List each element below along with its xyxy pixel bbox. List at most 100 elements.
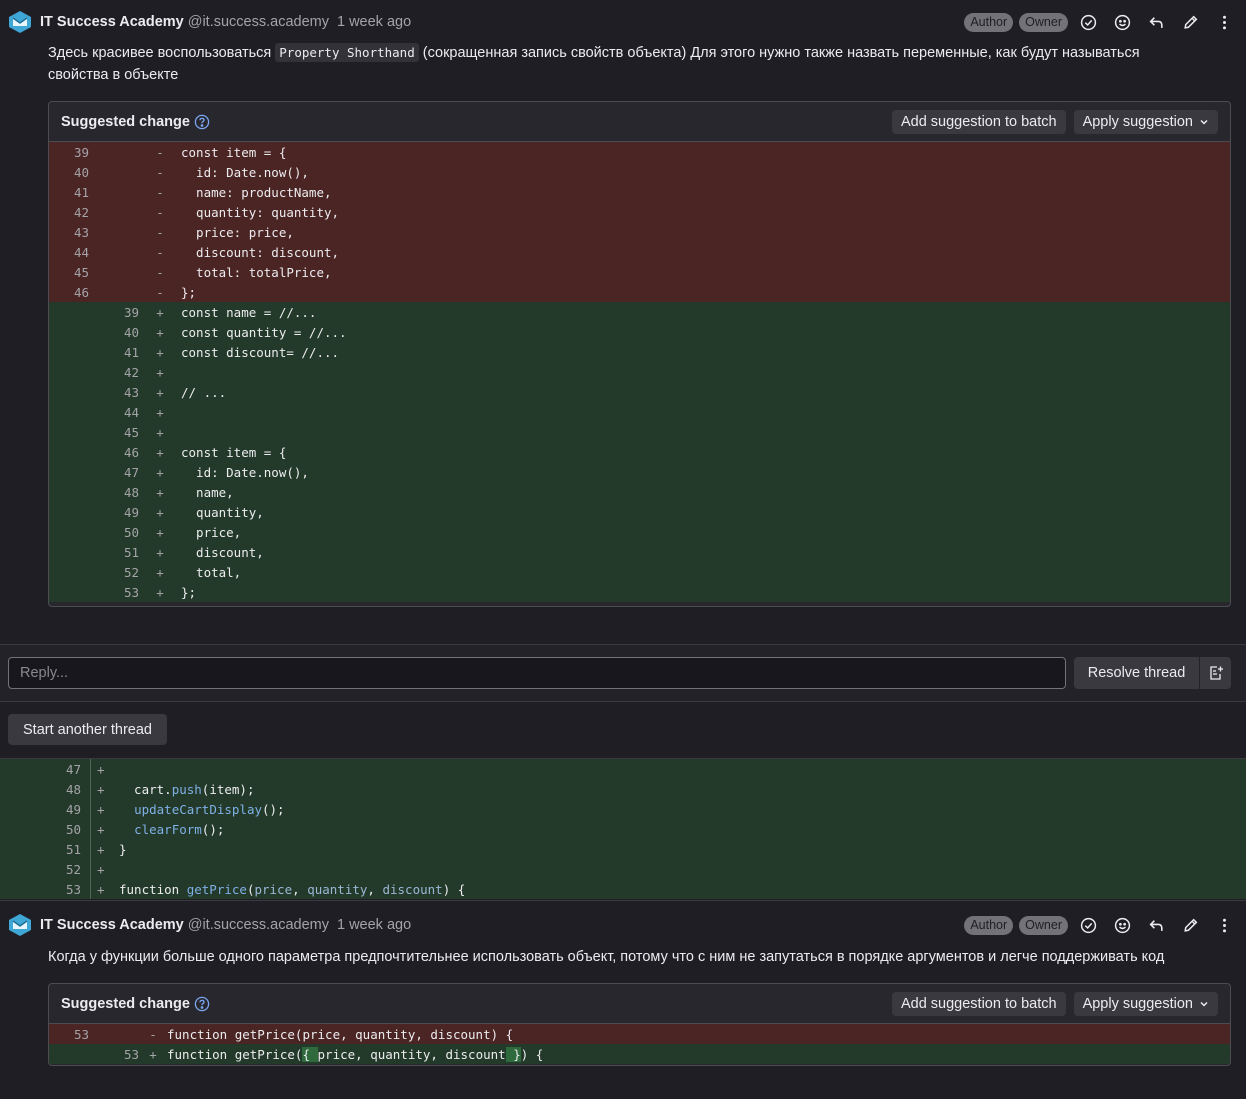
timestamp[interactable]: 1 week ago [337,917,411,933]
author-name[interactable]: IT Success Academy [40,917,184,933]
old-line-number[interactable]: 42 [49,205,89,220]
diff-code: total: totalPrice, [181,264,332,280]
new-line-number[interactable]: 50 [89,525,139,540]
diff-code: function getPrice(price, quantity, disco… [167,1026,514,1042]
diff-line-added: 53 +}; [49,582,1230,602]
resolve-check-icon[interactable] [1074,911,1102,939]
code-token: getPrice [186,881,247,897]
new-line-number[interactable]: 39 [89,305,139,320]
old-line-number[interactable]: 40 [49,165,89,180]
code-token: ) { [442,881,466,897]
apply-suggestion-button[interactable]: Apply suggestion [1073,991,1218,1016]
line-number[interactable]: 47 [0,762,81,777]
line-number[interactable]: 52 [0,862,81,877]
new-line-number[interactable]: 46 [89,445,139,460]
old-line-number[interactable]: 44 [49,245,89,260]
line-number[interactable]: 53 [0,882,81,897]
old-line-number[interactable]: 43 [49,225,89,240]
diff-line-removed: 39 - const item = { [49,142,1230,162]
diff-sign-minus: - [156,204,164,220]
code-part: ) { [520,1046,544,1062]
issue-new-icon [1209,666,1223,680]
code-token: cart. [119,781,172,797]
emoji-smile-icon[interactable] [1108,8,1136,36]
old-line-number[interactable]: 45 [49,265,89,280]
resolve-check-icon[interactable] [1074,8,1102,36]
add-suggestion-to-batch-button[interactable]: Add suggestion to batch [891,109,1066,134]
new-line-number[interactable]: 48 [89,485,139,500]
diff-sign-minus: - [156,244,164,260]
diff-sign-plus: + [156,504,164,520]
diff-code: id: Date.now(), [181,464,309,480]
academy-logo-avatar[interactable] [8,913,32,937]
reply-arrow-icon[interactable] [1142,911,1170,939]
diff-code: const name = //... [181,304,317,320]
diff-line-removed: 44 - discount: discount, [49,242,1230,262]
new-line-number[interactable]: 53 [89,585,139,600]
add-suggestion-to-batch-button[interactable]: Add suggestion to batch [891,991,1066,1016]
suggested-change-title: Suggested change [61,113,190,130]
new-line-number[interactable]: 53 [89,1047,139,1062]
old-line-number[interactable]: 41 [49,185,89,200]
reply-arrow-icon[interactable] [1142,8,1170,36]
diff-sign-plus: + [156,564,164,580]
line-number[interactable]: 49 [0,802,81,817]
diff-sign-minus: - [156,164,164,180]
diff-sign-plus: + [97,761,105,777]
timestamp[interactable]: 1 week ago [337,14,411,30]
old-line-number[interactable]: 46 [49,285,89,300]
resolve-thread-button[interactable]: Resolve thread [1074,657,1199,689]
author-handle[interactable]: @it.success.academy [188,917,329,933]
author-name[interactable]: IT Success Academy [40,14,184,30]
suggestion-buttons: Add suggestion to batch Apply suggestion [891,109,1218,134]
old-line-number[interactable]: 39 [49,145,89,160]
code-token: quantity [307,881,368,897]
line-number[interactable]: 51 [0,842,81,857]
academy-logo-avatar[interactable] [8,10,32,34]
start-another-thread-button[interactable]: Start another thread [8,714,167,745]
diff-line-added: 53 + function getPrice(price, quantity, di… [0,879,1246,899]
code-token: (); [201,821,225,837]
diff-line-added: 44 + [49,402,1230,422]
edit-pencil-icon[interactable] [1176,8,1204,36]
new-line-number[interactable]: 43 [89,385,139,400]
new-line-number[interactable]: 44 [89,405,139,420]
new-line-number[interactable]: 47 [89,465,139,480]
new-line-number[interactable]: 45 [89,425,139,440]
new-line-number[interactable]: 51 [89,545,139,560]
question-help-icon[interactable] [194,114,210,130]
reply-input[interactable] [8,657,1066,689]
diff-code: } [119,842,127,857]
diff-line-removed: 43 - price: price, [49,222,1230,242]
new-line-number[interactable]: 49 [89,505,139,520]
author-handle[interactable]: @it.success.academy [188,14,329,30]
diff-sign-plus: + [97,781,105,797]
suggestion-buttons: Add suggestion to batch Apply suggestion [891,991,1218,1016]
diff-sign-plus: + [156,364,164,380]
new-line-number[interactable]: 41 [89,345,139,360]
diff-line-added: 52 + total, [49,562,1230,582]
code-token: discount [382,881,443,897]
new-line-number[interactable]: 40 [89,325,139,340]
more-vertical-icon[interactable] [1210,8,1238,36]
diff-sign-plus: + [156,464,164,480]
more-vertical-icon[interactable] [1210,911,1238,939]
old-line-number[interactable]: 53 [49,1027,89,1042]
code-token: (); [262,801,285,817]
diff-code: }; [181,584,197,600]
line-number[interactable]: 50 [0,822,81,837]
code-highlight: { [302,1046,318,1062]
question-help-icon[interactable] [194,996,210,1012]
new-line-number[interactable]: 42 [89,365,139,380]
apply-suggestion-button[interactable]: Apply suggestion [1073,109,1218,134]
line-number[interactable]: 48 [0,782,81,797]
create-issue-button[interactable] [1200,657,1231,689]
emoji-smile-icon[interactable] [1108,911,1136,939]
diff-line-added: 39 + const name = //... [49,302,1230,322]
new-line-number[interactable]: 52 [89,565,139,580]
diff-line-added: 49 + updateCartDisplay(); [0,799,1246,819]
diff-sign-minus: - [156,144,164,160]
note-header: IT Success Academy @it.success.academy 1… [8,911,1238,939]
edit-pencil-icon[interactable] [1176,911,1204,939]
file-diff-context: 47 +48 + cart.push(item); 49 + updateCartDis… [0,758,1246,899]
